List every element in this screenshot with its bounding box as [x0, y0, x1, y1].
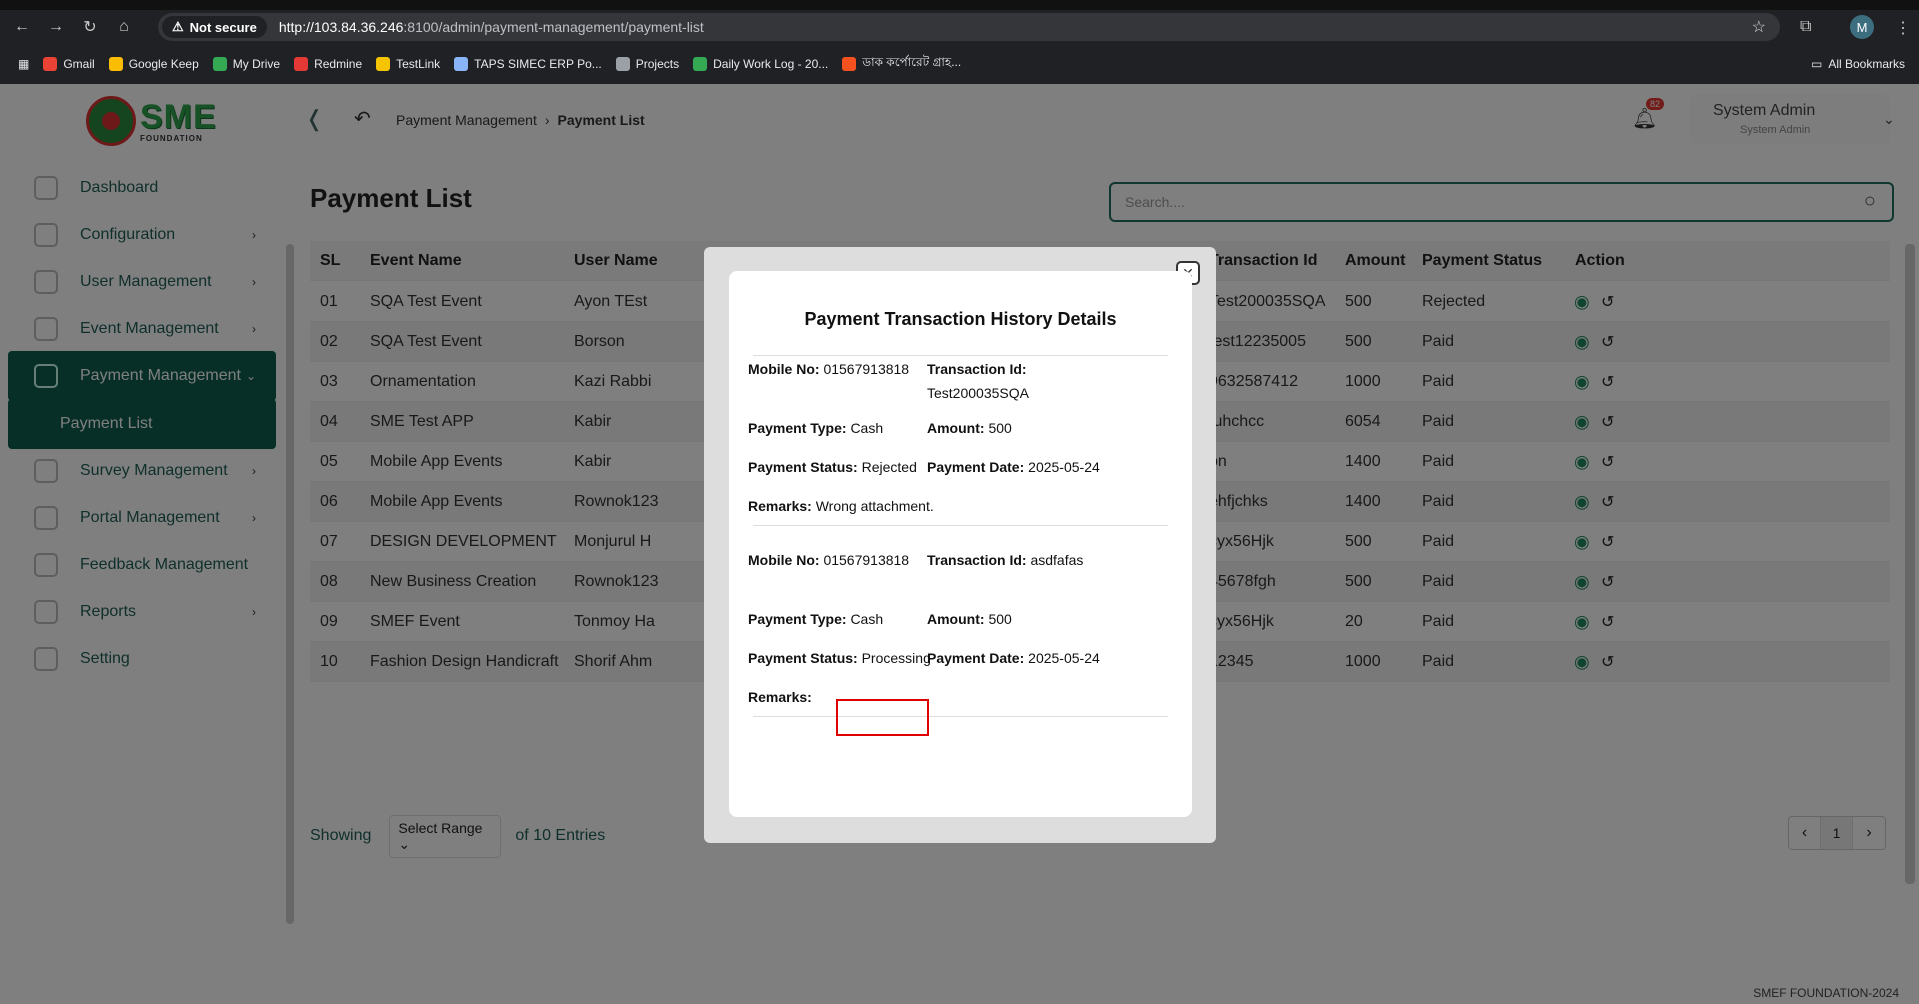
- field-label: Amount:: [927, 420, 985, 436]
- field-label: Mobile No:: [748, 361, 820, 377]
- browser-chrome: ← → ↻ ⌂ ⚠ Not secure http://103.84.36.246…: [0, 0, 1919, 84]
- bookmark-favicon-icon: [212, 57, 227, 71]
- bookmark-label: TestLink: [396, 57, 441, 71]
- bookmark-label: TAPS SIMEC ERP Po...: [474, 57, 602, 71]
- bookmark-item[interactable]: ডাক কর্পোরেট গ্রাহ...: [842, 54, 961, 74]
- url-text: http://103.84.36.246:8100/admin/payment-…: [279, 19, 704, 35]
- field-value: 01567913818: [823, 552, 910, 568]
- field-value: 2025-05-24: [1028, 650, 1100, 666]
- field-value: Processing: [861, 650, 931, 666]
- bookmark-item[interactable]: TestLink: [376, 57, 440, 71]
- divider: [753, 525, 1168, 526]
- field-value: Cash: [850, 611, 884, 627]
- folder-icon: ▭: [1810, 57, 1823, 71]
- bookmark-favicon-icon: [615, 57, 630, 71]
- bookmark-label: ডাক কর্পোরেট গ্রাহ...: [862, 55, 962, 69]
- field-value: Cash: [850, 420, 884, 436]
- all-bookmarks-label: All Bookmarks: [1828, 57, 1905, 71]
- field-label: Transaction Id:: [927, 552, 1027, 568]
- field-value: 500: [988, 420, 1012, 436]
- bookmark-label: Projects: [635, 57, 680, 71]
- security-chip[interactable]: ⚠ Not secure: [162, 16, 267, 38]
- divider: [753, 355, 1168, 356]
- bookmark-item[interactable]: My Drive: [212, 57, 281, 71]
- field-value: 2025-05-24: [1028, 459, 1100, 475]
- bookmark-label: Daily Work Log - 20...: [713, 57, 829, 71]
- browser-menu-icon[interactable]: ⋮: [1895, 18, 1911, 38]
- payment-status-field: Payment Status: Processing: [748, 646, 931, 670]
- payment-type-field: Payment Type: Cash: [748, 607, 883, 631]
- field-value: 01567913818: [823, 361, 910, 377]
- field-label: Transaction Id:: [927, 361, 1027, 377]
- bookmark-favicon-icon: [376, 57, 391, 71]
- reload-icon[interactable]: ↻: [78, 15, 102, 39]
- security-label: Not secure: [189, 19, 257, 35]
- payment-type-field: Payment Type: Cash: [748, 416, 883, 440]
- field-value: 500: [988, 611, 1012, 627]
- forward-icon[interactable]: →: [44, 15, 68, 39]
- bookmark-item[interactable]: Projects: [615, 57, 680, 71]
- browser-nav-row: ← → ↻ ⌂ ⚠ Not secure http://103.84.36.246…: [0, 10, 1919, 44]
- home-icon[interactable]: ⌂: [112, 15, 136, 39]
- highlight-box: [836, 699, 929, 736]
- remarks-field: Remarks: Wrong attachment.: [748, 494, 934, 518]
- field-label: Payment Status:: [748, 459, 858, 475]
- profile-avatar[interactable]: M: [1850, 15, 1874, 39]
- bookmark-item[interactable]: Google Keep: [108, 57, 199, 71]
- transaction-id-field: Transaction Id: asdfafas: [927, 548, 1147, 572]
- bookmark-favicon-icon: [693, 57, 708, 71]
- field-label: Mobile No:: [748, 552, 820, 568]
- modal-title: Payment Transaction History Details: [804, 309, 1117, 329]
- bookmark-favicon-icon: [294, 57, 309, 71]
- all-bookmarks[interactable]: ▭ All Bookmarks: [1811, 57, 1905, 71]
- divider: [753, 716, 1168, 717]
- payment-date-field: Payment Date: 2025-05-24: [927, 646, 1100, 670]
- payment-date-field: Payment Date: 2025-05-24: [927, 455, 1100, 479]
- apps-icon[interactable]: ▦: [18, 57, 29, 71]
- field-label: Remarks:: [748, 498, 812, 514]
- bookmark-star-icon[interactable]: ☆: [1752, 17, 1766, 37]
- bookmark-favicon-icon: [454, 57, 469, 71]
- field-value: asdfafas: [1030, 552, 1084, 568]
- bookmark-item[interactable]: TAPS SIMEC ERP Po...: [454, 57, 602, 71]
- field-label: Payment Status:: [748, 650, 858, 666]
- payment-history-modal: ✕ Payment Transaction History Details Mo…: [704, 247, 1216, 843]
- payment-status-field: Payment Status: Rejected: [748, 455, 917, 479]
- warning-icon: ⚠: [172, 19, 184, 34]
- back-icon[interactable]: ←: [10, 15, 34, 39]
- bookmark-label: Gmail: [63, 57, 95, 71]
- bookmark-label: Redmine: [314, 57, 363, 71]
- field-value: Test200035SQA: [927, 385, 1029, 401]
- bookmark-item[interactable]: Redmine: [294, 57, 362, 71]
- field-label: Amount:: [927, 611, 985, 627]
- amount-field: Amount: 500: [927, 416, 1012, 440]
- amount-field: Amount: 500: [927, 607, 1012, 631]
- extensions-icon[interactable]: ⧉: [1800, 18, 1811, 36]
- bookmark-label: My Drive: [232, 57, 281, 71]
- field-label: Payment Date:: [927, 459, 1025, 475]
- bookmark-item[interactable]: Gmail: [43, 57, 95, 71]
- remarks-field: Remarks:: [748, 685, 812, 709]
- field-label: Payment Type:: [748, 611, 847, 627]
- url-path: :8100/admin/payment-management/payment-l…: [403, 19, 704, 35]
- tab-strip: [0, 0, 1919, 10]
- mobile-field: Mobile No: 01567913818: [748, 357, 909, 381]
- bookmarks-bar: ▦ Gmail Google Keep My Drive Redmine TestLin…: [0, 50, 1919, 78]
- address-bar[interactable]: ⚠ Not secure http://103.84.36.246:8100/ad…: [158, 13, 1780, 41]
- field-label: Remarks:: [748, 689, 812, 705]
- field-value: Wrong attachment.: [815, 498, 934, 514]
- transaction-id-field: Transaction Id: Test200035SQA: [927, 357, 1147, 405]
- url-host: http://103.84.36.246: [278, 19, 404, 35]
- field-label: Payment Date:: [927, 650, 1025, 666]
- mobile-field: Mobile No: 01567913818: [748, 548, 909, 572]
- bookmark-item[interactable]: Daily Work Log - 20...: [693, 57, 828, 71]
- bookmark-label: Google Keep: [128, 57, 199, 71]
- field-label: Payment Type:: [748, 420, 847, 436]
- field-value: Rejected: [861, 459, 917, 475]
- bookmark-favicon-icon: [43, 57, 58, 71]
- bookmark-favicon-icon: [108, 57, 123, 71]
- bookmark-favicon-icon: [842, 57, 857, 71]
- modal-card: Payment Transaction History Details Mobi…: [729, 271, 1192, 817]
